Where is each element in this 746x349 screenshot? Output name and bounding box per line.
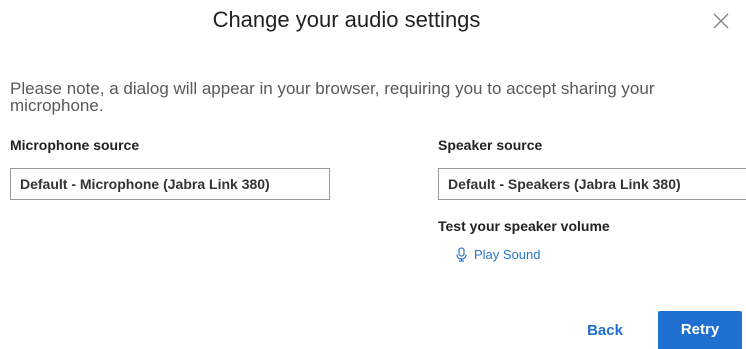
dialog-title: Change your audio settings (212, 7, 481, 32)
audio-settings-dialog: Change your audio settings Please note, … (0, 0, 746, 349)
play-sound-label: Play Sound (474, 246, 541, 262)
play-sound-link[interactable]: Play Sound (456, 244, 541, 264)
microphone-permission-note: Please note, a dialog will appear in you… (10, 79, 655, 115)
close-icon (713, 13, 729, 29)
microphone-source-select[interactable]: Default - Microphone (Jabra Link 380) (10, 168, 330, 200)
back-button[interactable]: Back (575, 318, 635, 344)
microphone-source-label: Microphone source (10, 137, 140, 153)
test-speaker-volume-label: Test your speaker volume (438, 218, 610, 234)
speaker-source-select[interactable]: Default - Speakers (Jabra Link 380) (438, 168, 746, 200)
speaker-source-label: Speaker source (438, 137, 543, 153)
retry-button[interactable]: Retry (658, 311, 742, 349)
microphone-icon (456, 246, 467, 262)
close-button[interactable] (710, 10, 732, 32)
